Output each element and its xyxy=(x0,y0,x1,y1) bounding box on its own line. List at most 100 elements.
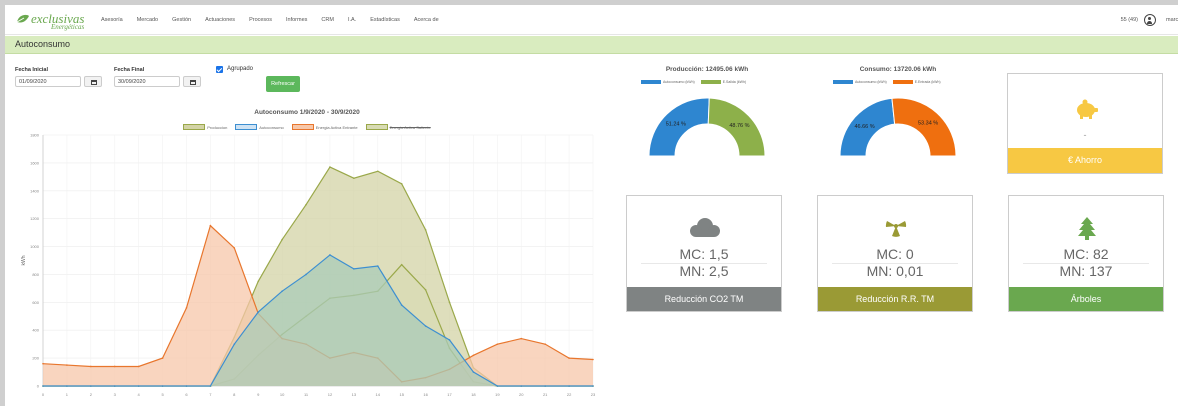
user-icon[interactable] xyxy=(1144,14,1156,26)
legend-item[interactable]: Autoconsumo xyxy=(235,124,284,130)
data-point xyxy=(281,238,283,241)
slice-label: 48.76 % xyxy=(729,123,749,129)
x-tick-label: 21 xyxy=(543,392,548,397)
menu-item-mercado[interactable]: Mercado xyxy=(137,17,158,23)
logo[interactable]: exclusivas Energéticas xyxy=(15,9,95,33)
nav-right: 55 (49) marco xyxy=(1121,5,1178,35)
data-point xyxy=(185,385,188,387)
user-name[interactable]: marco xyxy=(1166,17,1178,23)
cloud-icon xyxy=(690,218,720,237)
data-point xyxy=(137,365,140,368)
data-point xyxy=(257,280,260,283)
x-tick-label: 10 xyxy=(280,392,285,397)
menu-item-crm[interactable]: CRM xyxy=(321,17,334,23)
x-tick-label: 2 xyxy=(90,392,93,397)
data-point xyxy=(66,364,68,366)
y-tick-label: 1200 xyxy=(30,216,40,221)
legend-label: E.Salida (kWh) xyxy=(722,80,747,84)
data-point xyxy=(353,268,355,270)
consumo-donut-legend: Autoconsumo (kWh) E.Entrada (kWh) xyxy=(833,80,941,84)
logo-subtitle: Energéticas xyxy=(51,23,85,31)
fecha-inicial-input[interactable]: 01/09/2020 xyxy=(15,76,81,87)
menu-item-procesos[interactable]: Procesos xyxy=(249,17,272,23)
x-tick-label: 19 xyxy=(495,392,500,397)
legend-swatch xyxy=(183,124,206,130)
menu-item-estadisticas[interactable]: Estadísticas xyxy=(370,17,400,23)
data-point xyxy=(472,354,475,357)
data-point xyxy=(209,224,212,227)
data-point xyxy=(544,343,546,345)
legend-label: Energia Activa Entrante xyxy=(315,124,358,130)
data-point xyxy=(329,254,331,256)
y-tick-label: 1800 xyxy=(30,133,40,138)
y-tick-label: 1600 xyxy=(30,160,40,165)
y-tick-label: 400 xyxy=(32,328,39,333)
notification-count[interactable]: 55 (49) xyxy=(1121,17,1138,23)
legend-swatch xyxy=(833,80,853,84)
data-point xyxy=(568,357,570,359)
data-point xyxy=(185,307,188,309)
legend-swatch xyxy=(700,80,721,84)
menu-item-ia[interactable]: I.A. xyxy=(348,17,356,23)
legend-swatch xyxy=(365,124,388,130)
data-point xyxy=(90,365,92,368)
x-tick-label: 12 xyxy=(328,392,333,397)
data-point xyxy=(592,385,594,387)
x-tick-label: 8 xyxy=(233,392,236,397)
x-tick-label: 3 xyxy=(114,392,117,397)
consumo-donut-chart: 46.66 % 53.34 % xyxy=(839,97,957,157)
x-tick-label: 14 xyxy=(376,392,381,397)
y-tick-label: 800 xyxy=(32,272,39,277)
x-tick-label: 4 xyxy=(138,392,141,397)
ahorro-footer: € Ahorro xyxy=(1008,148,1162,173)
produccion-donut-chart: 51.24 % 48.76 % xyxy=(648,97,766,157)
data-point xyxy=(592,358,594,361)
main-menu: Asesoría Mercado Gestión Actuaciones Pro… xyxy=(101,5,453,35)
ahorro-card[interactable]: - € Ahorro xyxy=(1007,73,1163,174)
data-point xyxy=(353,177,355,180)
fecha-final-input[interactable]: 30/09/2020 xyxy=(114,76,180,87)
menu-item-actuaciones[interactable]: Actuaciones xyxy=(205,17,235,23)
data-point xyxy=(472,371,475,373)
x-tick-label: 7 xyxy=(209,392,212,397)
co2-card[interactable]: MC: 1,5 MN: 2,5 Reducción CO2 TM xyxy=(626,195,782,312)
y-tick-label: 200 xyxy=(32,356,39,361)
legend-item[interactable]: Energia Activa Saliente xyxy=(365,124,431,130)
data-point xyxy=(305,273,307,276)
data-point xyxy=(161,357,164,359)
arboles-card[interactable]: MC: 82 MN: 137 Árboles xyxy=(1008,195,1164,312)
x-tick-label: 5 xyxy=(161,392,164,397)
x-tick-label: 1 xyxy=(66,392,69,397)
legend-item[interactable]: Energia Activa Entrante xyxy=(291,124,358,130)
data-point xyxy=(281,290,283,292)
rr-card[interactable]: MC: 0 MN: 0,01 Reducción R.R. TM xyxy=(817,195,973,312)
x-tick-label: 18 xyxy=(471,392,476,397)
piggy-bank-icon xyxy=(1077,99,1098,119)
fecha-inicial-calendar-button[interactable] xyxy=(84,76,102,87)
app-window: exclusivas Energéticas Asesoría Mercado … xyxy=(5,5,1178,406)
x-tick-label: 17 xyxy=(447,392,452,397)
menu-item-asesoria[interactable]: Asesoría xyxy=(101,17,123,23)
slice-label: 51.24 % xyxy=(666,122,686,128)
data-point xyxy=(376,170,379,173)
data-point xyxy=(113,385,116,387)
calendar-icon xyxy=(91,79,97,85)
menu-item-informes[interactable]: Informes xyxy=(286,17,307,23)
slice-label: 53.34 % xyxy=(918,121,938,127)
donut-slice xyxy=(891,97,957,157)
legend-swatch xyxy=(892,80,913,84)
data-point xyxy=(496,343,499,345)
x-tick-label: 15 xyxy=(399,392,404,397)
y-axis-label: kWh xyxy=(21,255,27,265)
refresh-button[interactable]: Refrescar xyxy=(266,76,300,92)
menu-item-acerca-de[interactable]: Acerca de xyxy=(414,17,439,23)
fecha-final-calendar-button[interactable] xyxy=(183,76,201,87)
legend-item[interactable]: Produccion xyxy=(183,124,227,130)
legend-label: Autoconsumo xyxy=(259,124,284,130)
data-point xyxy=(233,343,236,345)
legend-label: Autoconsumo (kWh) xyxy=(855,80,887,84)
menu-item-gestion[interactable]: Gestión xyxy=(172,17,191,23)
agrupado-checkbox[interactable] xyxy=(216,66,223,73)
arboles-footer: Árboles xyxy=(1009,287,1163,311)
data-point xyxy=(424,325,427,327)
